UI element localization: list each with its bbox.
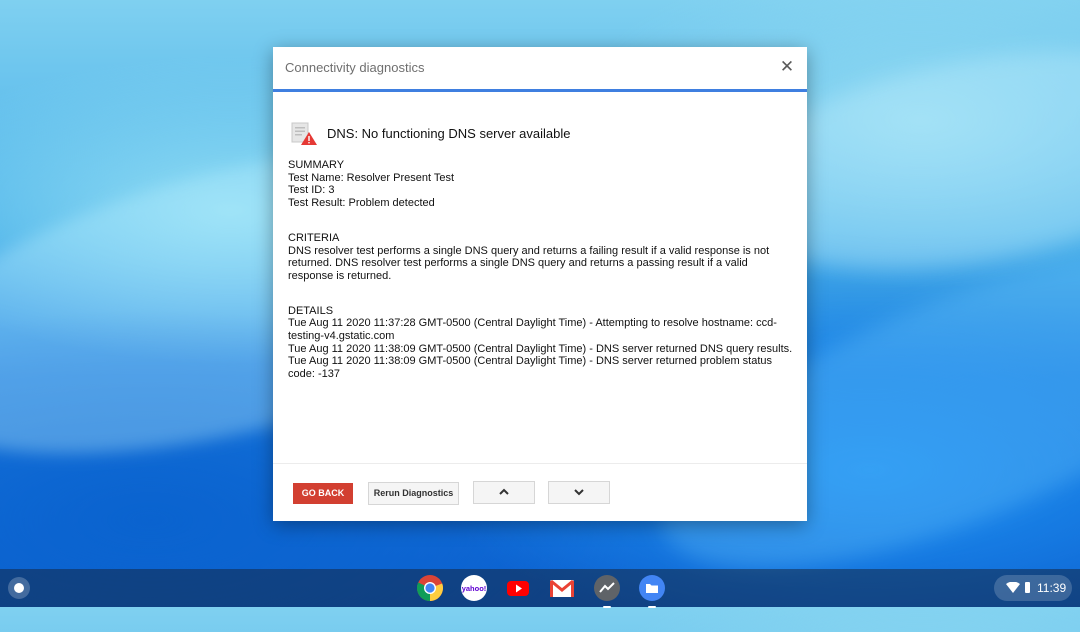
details-line: Tue Aug 11 2020 11:37:28 GMT-0500 (Centr… [288,317,777,343]
test-name: Test Name: Resolver Present Test [288,171,455,184]
details-line: Tue Aug 11 2020 11:38:09 GMT-0500 (Centr… [288,342,793,355]
yahoo-icon: yahoo! [461,575,487,601]
diagnostics-app[interactable] [593,574,621,608]
footer-divider [273,463,807,464]
dialog-title: Connectivity diagnostics [285,60,425,75]
next-button[interactable] [548,481,610,504]
result-title: DNS: No functioning DNS server available [327,126,571,141]
test-result: Test Result: Problem detected [288,197,435,210]
running-indicator [648,606,656,608]
rerun-diagnostics-button[interactable]: Rerun Diagnostics [368,482,459,505]
diagnostic-content: SUMMARY Test Name: Resolver Present Test… [288,159,794,403]
chrome-app[interactable] [416,574,444,602]
yahoo-app[interactable]: yahoo! [460,574,488,602]
criteria-section: CRITERIA DNS resolver test performs a si… [288,232,794,283]
youtube-app[interactable] [504,574,532,602]
details-header: DETAILS [288,304,334,317]
battery-icon [1025,582,1030,593]
running-indicator [603,606,611,608]
criteria-header: CRITERIA [288,231,340,244]
dialog-header: Connectivity diagnostics ✕ [273,47,807,92]
details-line: Tue Aug 11 2020 11:38:09 GMT-0500 (Centr… [288,355,773,381]
gmail-icon [550,579,574,597]
document-warning-icon [291,122,317,145]
summary-header: SUMMARY [288,159,345,171]
clock: 11:39 [1037,581,1067,595]
files-app[interactable] [638,574,666,608]
gmail-app[interactable] [548,574,576,602]
chevron-down-icon [574,489,584,496]
chevron-up-icon [499,488,509,495]
go-back-button[interactable]: GO BACK [293,483,353,504]
criteria-text: DNS resolver test performs a single DNS … [288,244,770,282]
status-tray[interactable]: 11:39 [994,575,1072,601]
diagnostics-dialog: Connectivity diagnostics ✕ DNS: No funct… [273,47,807,521]
youtube-icon [507,581,529,596]
wifi-icon [1006,582,1020,593]
close-icon[interactable]: ✕ [777,57,797,77]
shelf: yahoo! 11:39 [0,569,1080,608]
diagnostics-icon [594,575,620,601]
files-icon [639,575,665,601]
yahoo-label: yahoo! [462,584,487,593]
previous-button[interactable] [473,481,535,504]
launcher-button[interactable] [8,577,30,599]
details-section: DETAILS Tue Aug 11 2020 11:37:28 GMT-050… [288,305,794,381]
chrome-icon [416,575,444,601]
summary-section: SUMMARY Test Name: Resolver Present Test… [288,159,794,210]
test-id: Test ID: 3 [288,184,335,197]
